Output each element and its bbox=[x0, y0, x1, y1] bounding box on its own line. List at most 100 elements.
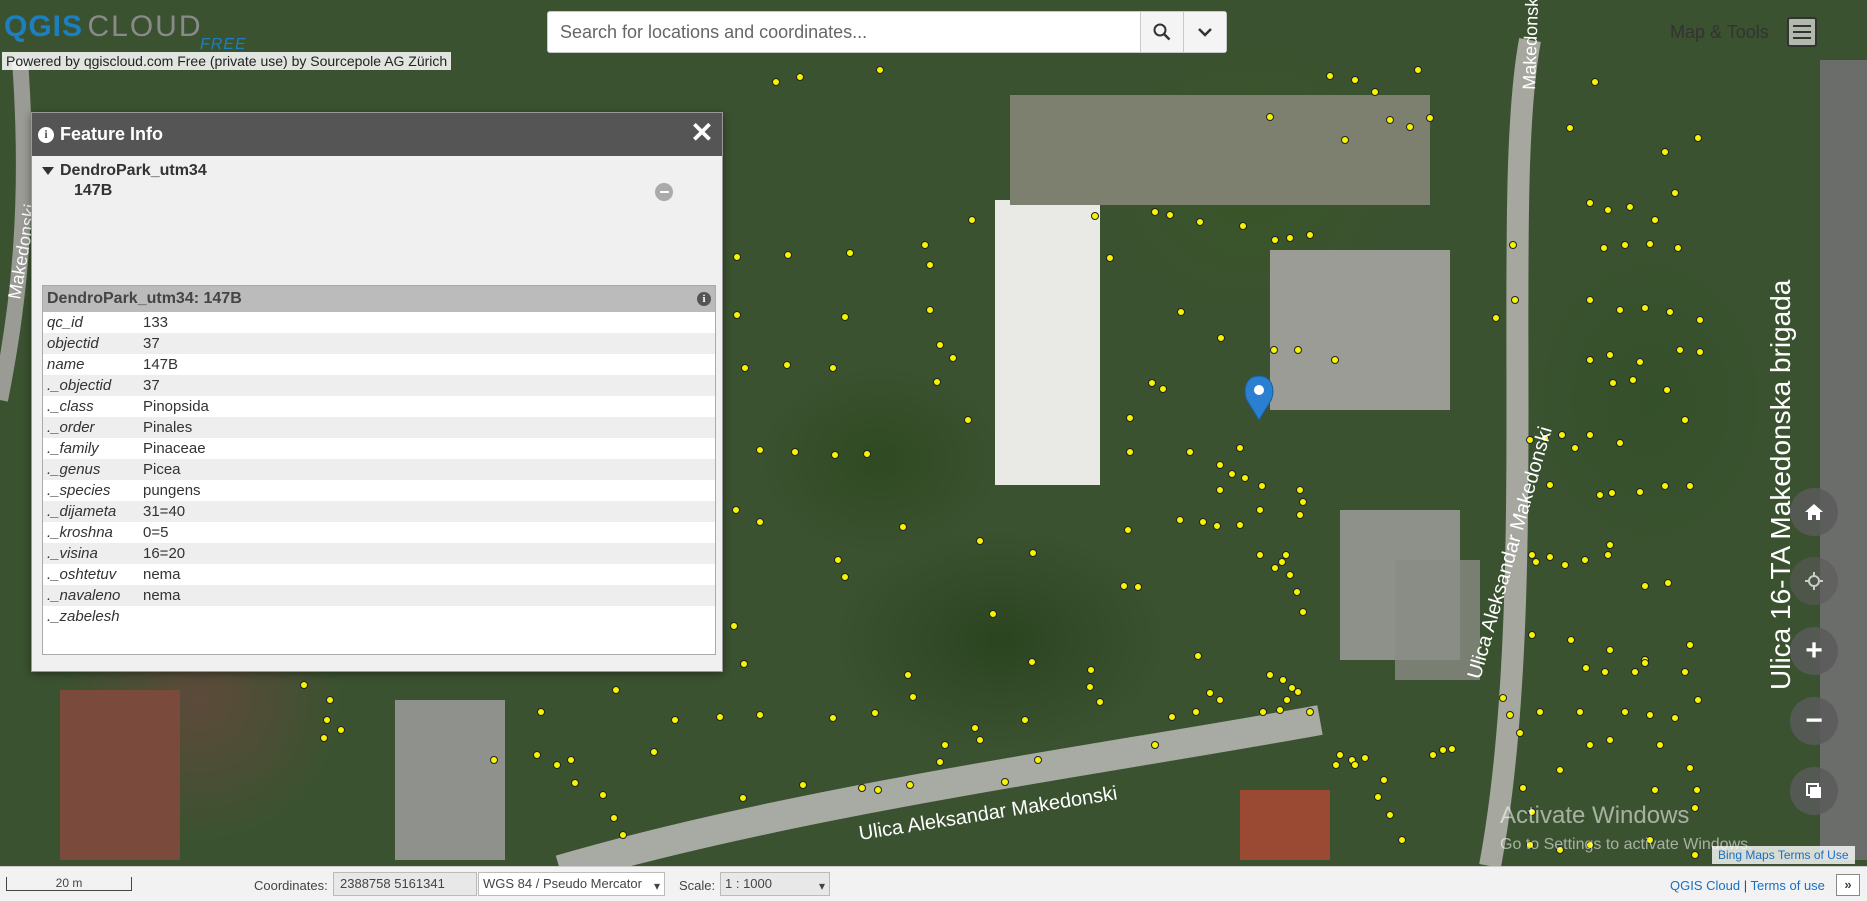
search-icon bbox=[1153, 23, 1171, 41]
attribute-value: Picea bbox=[143, 461, 181, 478]
search-button[interactable] bbox=[1140, 12, 1183, 52]
attribute-key: ._dijameta bbox=[47, 503, 117, 520]
crs-select[interactable]: WGS 84 / Pseudo Mercator ▾ bbox=[478, 872, 665, 896]
attribute-key: ._navaleno bbox=[47, 587, 121, 604]
zoom-out-button[interactable]: − bbox=[1790, 697, 1838, 745]
chevron-down-icon: ▾ bbox=[818, 879, 825, 893]
link-separator: | bbox=[1743, 878, 1748, 893]
logo-cloud: CLOUD bbox=[87, 10, 203, 43]
attribute-key: objectid bbox=[47, 335, 99, 352]
building-roof bbox=[1270, 250, 1450, 410]
building-roof bbox=[395, 700, 505, 860]
attribute-row: ._class Pinopsida bbox=[43, 396, 715, 417]
building-roof bbox=[60, 690, 180, 860]
attribute-key: ._objectid bbox=[47, 377, 112, 394]
attribute-row: ._species pungens bbox=[43, 480, 715, 501]
scale-select[interactable]: 1 : 1000 ▾ bbox=[720, 872, 830, 896]
tree-layer-node[interactable]: DendroPark_utm34 bbox=[42, 162, 712, 180]
attribute-row: qc_id 133 bbox=[43, 312, 715, 333]
attribute-row: ._visina 16=20 bbox=[43, 543, 715, 564]
powered-by-text: Powered by qgiscloud.com Free (private u… bbox=[2, 52, 452, 70]
remove-icon[interactable] bbox=[655, 183, 673, 201]
attribute-rows: qc_id 133 objectid 37 name 147B ._objectid 37 ._… bbox=[43, 312, 715, 627]
attribute-value: pungens bbox=[143, 482, 201, 499]
status-bar: 20 m Coordinates: 2388758 5161341 WGS 84… bbox=[0, 866, 1867, 901]
attribute-key: ._zabelesh bbox=[47, 608, 120, 625]
footer-links: QGIS Cloud | Terms of use bbox=[1670, 878, 1825, 893]
chevron-down-icon: ▾ bbox=[653, 879, 660, 893]
qgis-cloud-link[interactable]: QGIS Cloud bbox=[1670, 878, 1740, 893]
attribute-row: ._navaleno nema bbox=[43, 585, 715, 606]
attribute-value: 16=20 bbox=[143, 545, 186, 562]
attribute-key: qc_id bbox=[47, 314, 83, 331]
attribute-table: DendroPark_utm34: 147B i qc_id 133 objecti… bbox=[42, 285, 716, 655]
attribute-key: ._order bbox=[47, 419, 95, 436]
feature-info-header[interactable]: i Feature Info ✕ bbox=[32, 113, 722, 156]
attribute-row: ._oshtetuv nema bbox=[43, 564, 715, 585]
map-tools-label[interactable]: Map & Tools bbox=[1670, 22, 1769, 43]
search-options-button[interactable] bbox=[1183, 12, 1226, 52]
layers-button[interactable] bbox=[1790, 767, 1838, 815]
attribute-value: nema bbox=[143, 566, 181, 583]
attribute-row: objectid 37 bbox=[43, 333, 715, 354]
hamburger-menu-icon[interactable] bbox=[1786, 17, 1817, 47]
coordinates-field[interactable]: 2388758 5161341 bbox=[333, 872, 477, 896]
caret-down-icon[interactable] bbox=[42, 167, 54, 175]
terms-of-use-link[interactable]: Terms of use bbox=[1751, 878, 1825, 893]
attribute-table-header: DendroPark_utm34: 147B i bbox=[43, 286, 715, 312]
coordinates-label: Coordinates: bbox=[254, 878, 328, 893]
feature-info-title: Feature Info bbox=[60, 124, 164, 144]
locate-icon bbox=[1805, 572, 1823, 590]
attribute-row: ._objectid 37 bbox=[43, 375, 715, 396]
expand-button[interactable]: » bbox=[1836, 874, 1860, 896]
attribute-value: 37 bbox=[143, 335, 160, 352]
close-icon[interactable]: ✕ bbox=[688, 119, 716, 147]
attribute-key: ._oshtetuv bbox=[47, 566, 117, 583]
tree-layer-name: DendroPark_utm34 bbox=[60, 162, 207, 179]
road bbox=[1479, 37, 1541, 866]
attribute-value: nema bbox=[143, 587, 181, 604]
info-icon[interactable]: i bbox=[697, 292, 711, 306]
attribute-table-title: DendroPark_utm34: 147B bbox=[47, 290, 242, 307]
layers-icon bbox=[1806, 783, 1821, 798]
info-icon: i bbox=[38, 126, 54, 143]
windows-watermark: Activate Windows bbox=[1500, 802, 1690, 829]
attribute-key: ._family bbox=[47, 440, 99, 457]
attribute-value bbox=[139, 606, 715, 627]
attribute-value: 0=5 bbox=[143, 524, 169, 541]
search-input[interactable] bbox=[548, 12, 1140, 52]
attribute-value: Pinopsida bbox=[143, 398, 209, 415]
attribute-key: ._class bbox=[47, 398, 94, 415]
attribute-value: 31=40 bbox=[143, 503, 186, 520]
attribute-key: name bbox=[47, 356, 85, 373]
building-roof bbox=[1010, 95, 1430, 205]
map-tools[interactable]: Map & Tools bbox=[1670, 12, 1817, 52]
attribute-key: ._genus bbox=[47, 461, 101, 478]
street-label: Ulica 16-TA Makedonska brigada bbox=[1765, 279, 1796, 690]
search-bar bbox=[547, 11, 1227, 53]
chevron-down-icon bbox=[1198, 28, 1212, 37]
location-marker-icon[interactable] bbox=[1244, 375, 1274, 421]
bing-attribution-link[interactable]: Bing Maps Terms of Use bbox=[1712, 846, 1855, 864]
attribute-value: Pinales bbox=[143, 419, 193, 436]
attribute-row: name 147B bbox=[43, 354, 715, 375]
locate-button[interactable] bbox=[1790, 557, 1838, 605]
attribute-key: ._species bbox=[47, 482, 111, 499]
zoom-in-button[interactable]: + bbox=[1790, 627, 1838, 675]
feature-tree: DendroPark_utm34 147B bbox=[32, 156, 722, 284]
scale-label: Scale: bbox=[679, 878, 716, 893]
home-button[interactable] bbox=[1790, 488, 1838, 536]
building-roof bbox=[1240, 790, 1330, 860]
tree-feature-node[interactable]: 147B bbox=[74, 182, 712, 200]
scale-value: 1 : 1000 bbox=[725, 876, 772, 891]
attribute-value: Pinaceae bbox=[143, 440, 206, 457]
attribute-row: ._family Pinaceae bbox=[43, 438, 715, 459]
scale-bar: 20 m bbox=[6, 877, 132, 891]
attribute-row: ._order Pinales bbox=[43, 417, 715, 438]
crs-value: WGS 84 / Pseudo Mercator bbox=[483, 876, 642, 891]
attribute-row: ._kroshna 0=5 bbox=[43, 522, 715, 543]
logo-qgis: QGIS bbox=[4, 10, 84, 43]
attribute-key: ._visina bbox=[47, 545, 98, 562]
qgis-cloud-logo[interactable]: QGIS CLOUD FREE bbox=[4, 10, 264, 54]
attribute-value: 133 bbox=[143, 314, 169, 331]
